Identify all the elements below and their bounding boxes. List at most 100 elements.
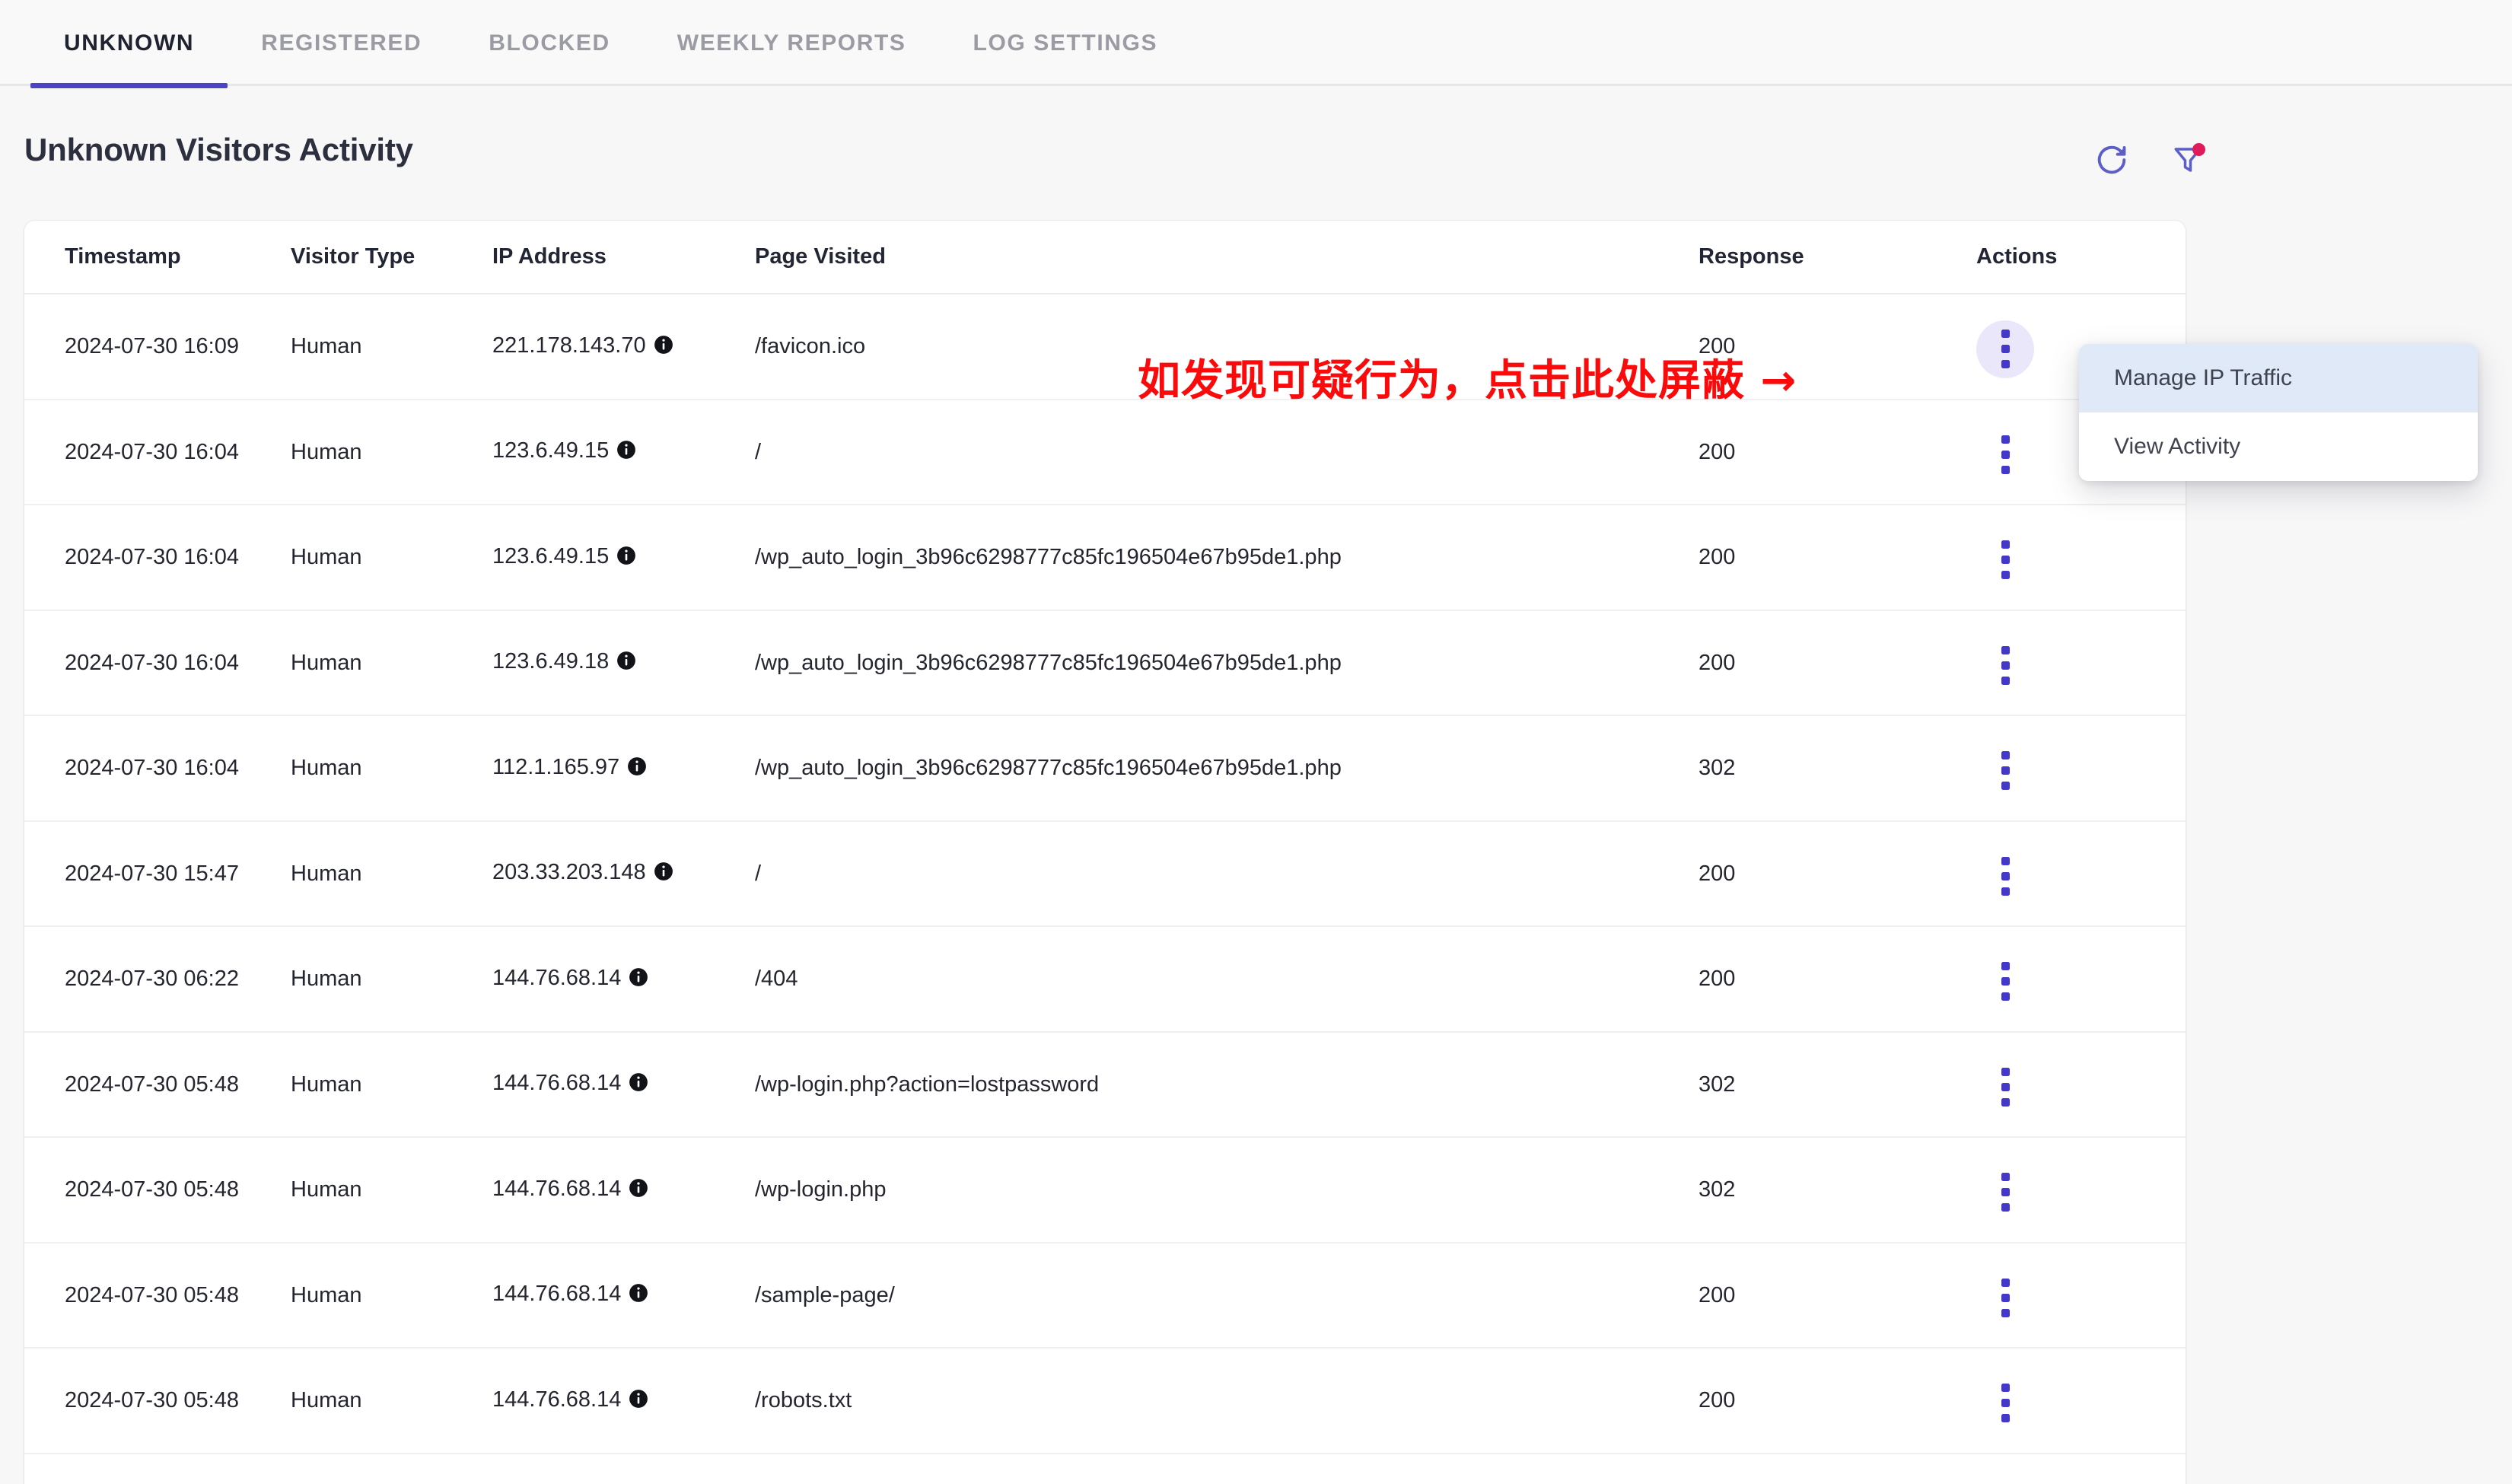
row-actions-menu-button[interactable]	[1976, 531, 2034, 589]
row-actions-menu-button[interactable]	[1976, 1164, 2034, 1221]
cell-response: 200	[1699, 926, 1942, 1033]
cell-response: 200	[1699, 610, 1942, 716]
column-header-visitor-type: Visitor Type	[291, 221, 492, 295]
cell-page-visited: /	[755, 820, 1699, 927]
kebab-dot	[2001, 465, 2010, 474]
visitors-table-card: Timestamp Visitor Type IP Address Page V…	[24, 221, 2186, 1484]
tab-label: LOG SETTINGS	[973, 30, 1158, 56]
row-actions-menu-button[interactable]	[1976, 953, 2034, 1011]
cell-ip-address: 123.6.49.15	[492, 505, 755, 611]
cell-response: 200	[1699, 1242, 1942, 1349]
ip-info-icon[interactable]	[629, 1069, 648, 1101]
row-actions-menu-button[interactable]	[1976, 1479, 2034, 1484]
tab-unknown[interactable]: UNKNOWN	[30, 0, 228, 88]
row-actions-menu-button[interactable]	[1976, 1058, 2034, 1116]
row-actions-menu-button[interactable]	[1976, 636, 2034, 694]
column-header-timestamp: Timestamp	[24, 221, 291, 295]
tab-blocked[interactable]: BLOCKED	[455, 0, 644, 86]
cell-response: 200	[1699, 1453, 1942, 1484]
cell-visitor-type: Human	[291, 926, 492, 1033]
cell-response: 200	[1699, 1348, 1942, 1454]
ip-address-text: 144.76.68.14	[492, 965, 622, 990]
table-row: 2024-07-30 16:09 Human 221.178.143.70/favi…	[24, 294, 2186, 400]
ip-info-icon[interactable]	[629, 964, 648, 996]
kebab-dot	[2001, 1097, 2010, 1107]
tab-log-settings[interactable]: LOG SETTINGS	[940, 0, 1192, 86]
menu-item-manage-ip-traffic[interactable]: Manage IP Traffic	[2079, 344, 2478, 412]
tab-bar: UNKNOWN REGISTERED BLOCKED WEEKLY REPORTS LO…	[0, 0, 2512, 88]
table-row: 2024-07-30 16:04 Human 123.6.49.18/wp_auto…	[24, 610, 2186, 716]
cell-visitor-type: Human	[291, 610, 492, 716]
row-actions-menu-button[interactable]	[1976, 425, 2034, 483]
column-header-actions: Actions	[1942, 221, 2186, 295]
cell-timestamp: 2024-07-30 16:04	[24, 715, 291, 822]
table-row: 2024-07-30 16:04 Human 123.6.49.15 /200	[24, 399, 2186, 505]
kebab-dot	[2001, 1067, 2010, 1076]
column-header-response: Response	[1699, 221, 1942, 295]
header-actions	[2090, 139, 2209, 182]
menu-item-view-activity[interactable]: View Activity	[2079, 412, 2478, 481]
ip-address-text: 123.6.49.15	[492, 438, 610, 463]
tab-label: REGISTERED	[261, 30, 422, 56]
table-row: 2024-07-30 16:04 Human 123.6.49.15/wp_auto…	[24, 505, 2186, 611]
cell-actions	[1942, 820, 2186, 927]
ip-info-icon[interactable]	[616, 543, 636, 575]
table-row: 2024-07-30 15:47 Human 203.33.203.148 /200	[24, 820, 2186, 927]
cell-timestamp: 2024-07-30 05:48	[24, 1348, 291, 1454]
ip-info-icon[interactable]	[627, 753, 647, 785]
kebab-dot	[2001, 1414, 2010, 1422]
kebab-dot	[2001, 766, 2010, 775]
table-row: 2024-07-30 16:04 Human 112.1.165.97/wp_aut…	[24, 715, 2186, 822]
row-actions-menu-button[interactable]	[1976, 1269, 2034, 1326]
ip-info-icon[interactable]	[616, 437, 636, 469]
cell-visitor-type: Human	[291, 1137, 492, 1244]
table-row: 2024-07-29 23:50Human35.181.5.12/200	[24, 1453, 2186, 1484]
annotation-callout: 如发现可疑行为，点击此处屏蔽 →	[1138, 356, 1797, 406]
cell-ip-address: 123.6.49.18	[492, 610, 755, 716]
kebab-dot	[2001, 450, 2010, 459]
row-actions-menu-button[interactable]	[1976, 320, 2034, 378]
cell-page-visited: /wp_auto_login_3b96c6298777c85fc196504e6…	[755, 505, 1699, 611]
cell-visitor-type: Human	[291, 1348, 492, 1454]
kebab-dot	[2001, 1173, 2010, 1181]
visitors-table: Timestamp Visitor Type IP Address Page V…	[24, 221, 2186, 1484]
table-row: 2024-07-30 05:48 Human 144.76.68.14/sample…	[24, 1242, 2186, 1349]
kebab-dot	[2001, 856, 2010, 865]
kebab-dot	[2001, 540, 2010, 549]
cell-page-visited: /	[755, 399, 1699, 505]
cell-page-visited: /404	[755, 926, 1699, 1033]
cell-page-visited: /sample-page/	[755, 1242, 1699, 1349]
row-actions-menu-button[interactable]	[1976, 847, 2034, 905]
ip-info-icon[interactable]	[654, 332, 673, 364]
cell-actions	[1942, 610, 2186, 716]
ip-address-text: 144.76.68.14	[492, 1282, 622, 1307]
ip-info-icon[interactable]	[616, 648, 636, 680]
tab-registered[interactable]: REGISTERED	[228, 0, 455, 86]
kebab-dot	[2001, 360, 2010, 368]
cell-ip-address: 144.76.68.14	[492, 1242, 755, 1349]
ip-address-text: 221.178.143.70	[492, 333, 646, 358]
cell-visitor-type: Human	[291, 1242, 492, 1349]
tab-weekly-reports[interactable]: WEEKLY REPORTS	[644, 0, 940, 86]
ip-info-icon[interactable]	[654, 858, 673, 890]
kebab-dot	[2001, 1384, 2010, 1392]
cell-actions	[1942, 715, 2186, 822]
row-actions-menu-button[interactable]	[1976, 1374, 2034, 1432]
tab-label: UNKNOWN	[64, 30, 195, 56]
ip-info-icon[interactable]	[629, 1175, 648, 1207]
kebab-dot	[2001, 330, 2010, 338]
ip-info-icon[interactable]	[629, 1280, 648, 1312]
kebab-dot	[2001, 887, 2010, 896]
cell-ip-address: 203.33.203.148	[492, 820, 755, 927]
cell-response: 200	[1699, 820, 1942, 927]
cell-ip-address: 144.76.68.14	[492, 1137, 755, 1244]
filter-button[interactable]	[2167, 139, 2209, 182]
ip-info-icon[interactable]	[629, 1386, 648, 1418]
cell-timestamp: 2024-07-30 16:04	[24, 399, 291, 505]
kebab-dot	[2001, 1188, 2010, 1196]
cell-ip-address: 144.76.68.14	[492, 926, 755, 1033]
cell-actions	[1942, 1031, 2186, 1138]
cell-timestamp: 2024-07-30 16:04	[24, 505, 291, 611]
refresh-button[interactable]	[2090, 139, 2133, 182]
row-actions-menu-button[interactable]	[1976, 742, 2034, 800]
